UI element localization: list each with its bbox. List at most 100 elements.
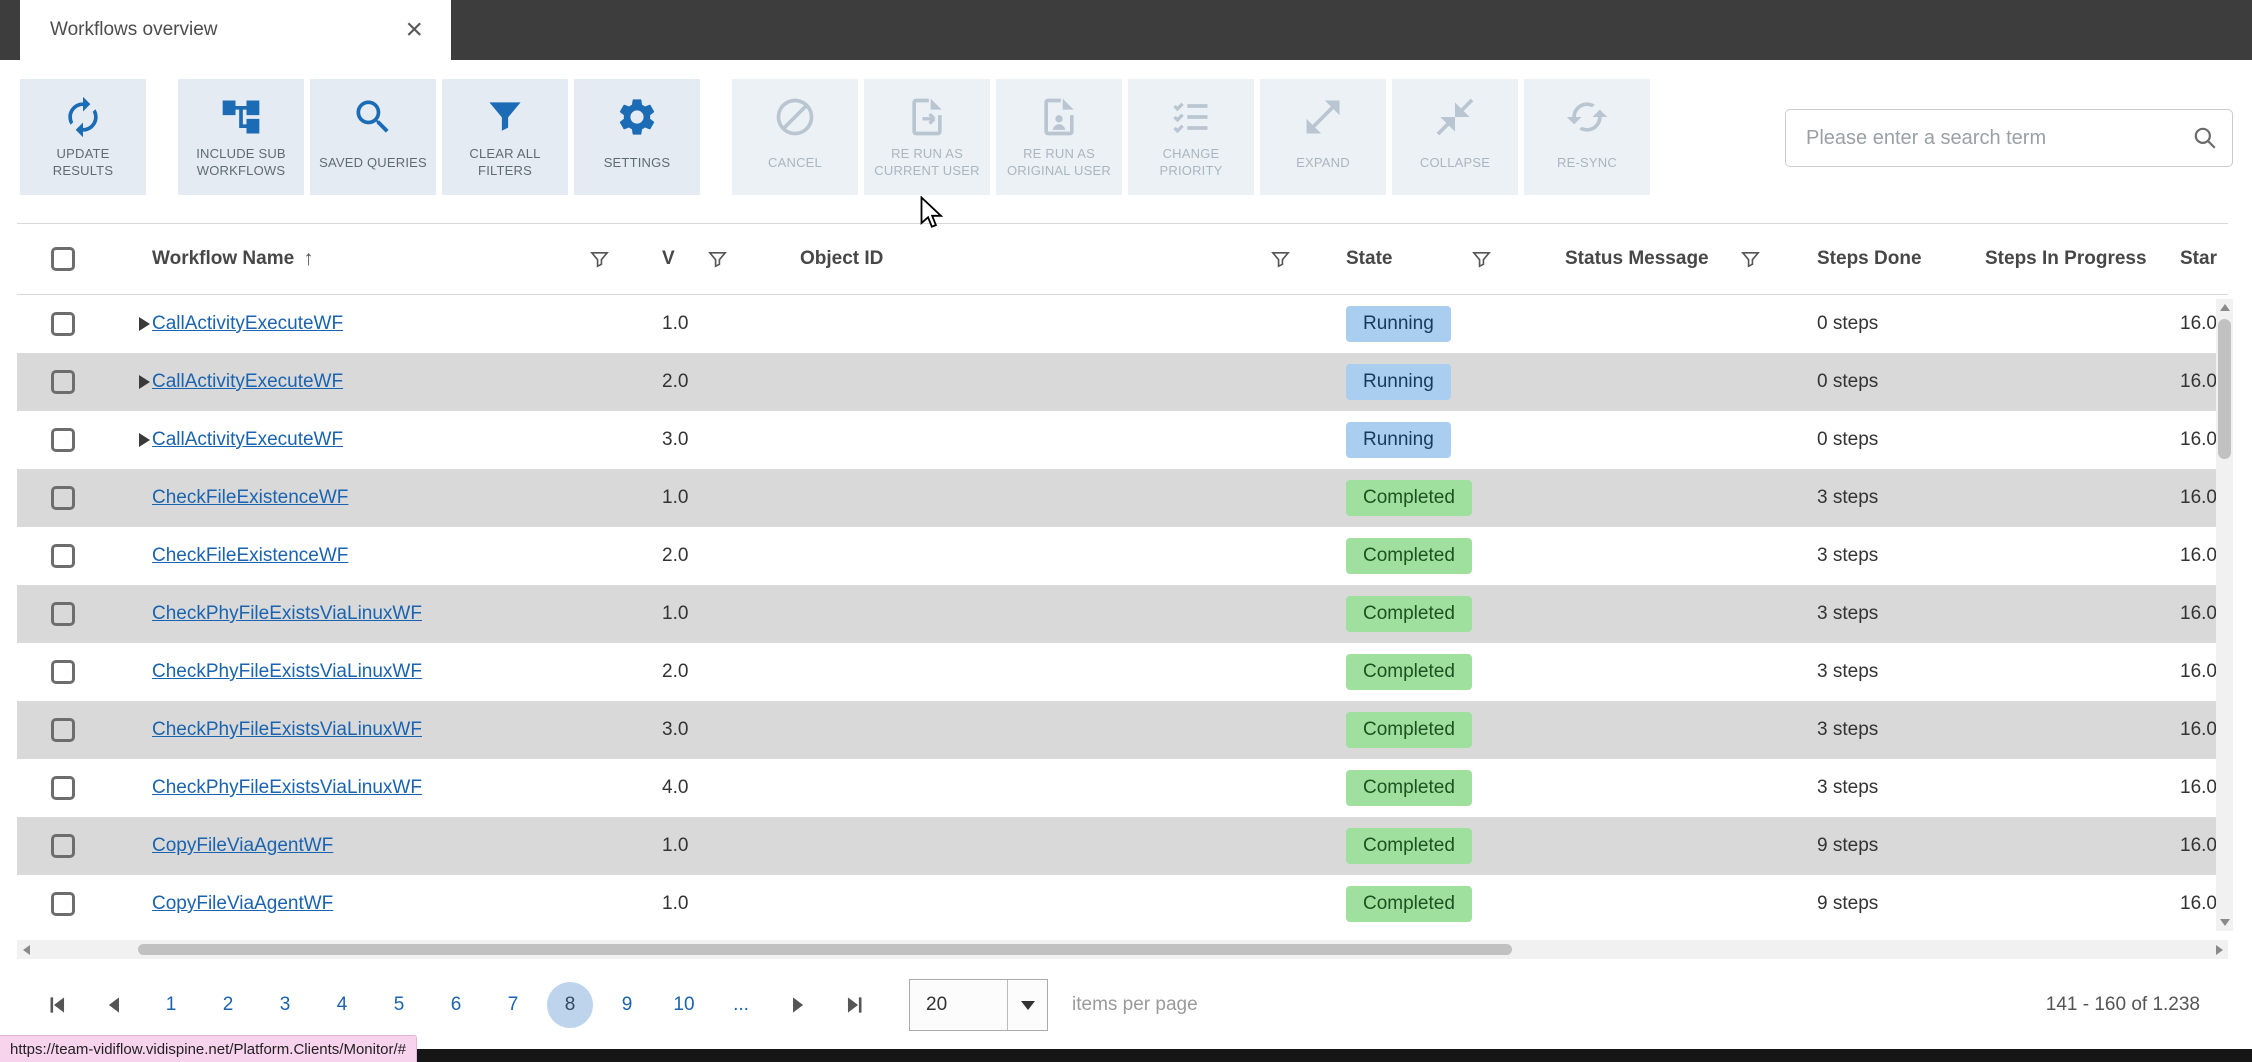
expand-button[interactable]: EXPAND: [1260, 79, 1386, 195]
select-all-checkbox[interactable]: [51, 247, 75, 271]
tab-close-icon[interactable]: ×: [405, 15, 423, 45]
toolbar: UPDATE RESULTS INCLUDE SUB WORKFLOWS SAV…: [0, 60, 2252, 223]
workflow-name-link[interactable]: CallActivityExecuteWF: [152, 313, 343, 335]
horizontal-scrollbar[interactable]: [17, 940, 2228, 959]
column-header-object-id[interactable]: Object ID: [740, 224, 1307, 294]
row-checkbox[interactable]: [51, 718, 75, 742]
last-page-button[interactable]: [832, 982, 878, 1028]
search-input[interactable]: [1806, 126, 2192, 150]
saved-queries-button[interactable]: SAVED QUERIES: [310, 79, 436, 195]
row-checkbox[interactable]: [51, 544, 75, 568]
refresh-icon: [61, 94, 105, 140]
page-button-8-current[interactable]: 8: [547, 982, 593, 1028]
page-button-4[interactable]: 4: [319, 982, 365, 1028]
scroll-left-icon[interactable]: [17, 940, 35, 959]
tab-bar: Workflows overview ×: [0, 0, 2252, 60]
page-button-1[interactable]: 1: [148, 982, 194, 1028]
steps-in-progress-cell: [1953, 759, 2154, 817]
filter-icon[interactable]: [706, 248, 729, 271]
page-button-10[interactable]: 10: [661, 982, 707, 1028]
funnel-icon: [483, 94, 527, 140]
row-checkbox[interactable]: [51, 892, 75, 916]
workflow-name-link[interactable]: CallActivityExecuteWF: [152, 371, 343, 393]
sort-ascending-icon[interactable]: ↑: [303, 247, 314, 271]
next-page-button[interactable]: [775, 982, 821, 1028]
workflow-name-link[interactable]: CheckPhyFileExistsViaLinuxWF: [152, 719, 422, 741]
scroll-down-icon[interactable]: [2216, 914, 2233, 931]
page-button-3[interactable]: 3: [262, 982, 308, 1028]
table-row: CallActivityExecuteWF 2.0 Running 0 step…: [17, 353, 2228, 411]
page-button-9[interactable]: 9: [604, 982, 650, 1028]
row-checkbox[interactable]: [51, 486, 75, 510]
filter-icon[interactable]: [588, 248, 611, 271]
row-checkbox[interactable]: [51, 660, 75, 684]
row-checkbox[interactable]: [51, 602, 75, 626]
dropdown-arrow-icon: [1007, 980, 1047, 1030]
vertical-scrollbar-thumb[interactable]: [2218, 319, 2231, 459]
first-page-button[interactable]: [34, 982, 80, 1028]
row-checkbox[interactable]: [51, 834, 75, 858]
search-icon[interactable]: [2192, 125, 2218, 151]
scroll-up-icon[interactable]: [2216, 299, 2233, 316]
column-header-started[interactable]: Star: [2154, 224, 2228, 294]
column-header-steps-in-progress[interactable]: Steps In Progress: [1953, 224, 2154, 294]
row-checkbox[interactable]: [51, 370, 75, 394]
workflow-name-link[interactable]: CheckFileExistenceWF: [152, 487, 348, 509]
scroll-right-icon[interactable]: [2210, 940, 2228, 959]
toolbar-button-label: INCLUDE SUB WORKFLOWS: [196, 146, 286, 178]
rerun-as-current-user-button[interactable]: RE RUN AS CURRENT USER: [864, 79, 990, 195]
column-header-version[interactable]: V: [632, 224, 740, 294]
toolbar-buttons: UPDATE RESULTS INCLUDE SUB WORKFLOWS SAV…: [20, 79, 1650, 195]
column-label: Star: [2180, 248, 2217, 269]
workflow-name-link[interactable]: CallActivityExecuteWF: [152, 429, 343, 451]
table-header: Workflow Name ↑ V Object ID State Status…: [17, 223, 2228, 295]
include-sub-workflows-button[interactable]: INCLUDE SUB WORKFLOWS: [178, 79, 304, 195]
workflow-name-link[interactable]: CopyFileViaAgentWF: [152, 835, 333, 857]
row-checkbox[interactable]: [51, 428, 75, 452]
column-header-workflow-name[interactable]: Workflow Name ↑: [132, 224, 632, 294]
horizontal-scrollbar-thumb[interactable]: [138, 944, 1512, 955]
page-size-select[interactable]: 20: [909, 979, 1048, 1031]
toolbar-button-label: CLEAR ALL FILTERS: [469, 146, 541, 178]
vertical-scrollbar[interactable]: [2216, 299, 2233, 931]
steps-done-cell: 9 steps: [1817, 835, 1879, 856]
page-button-2[interactable]: 2: [205, 982, 251, 1028]
expand-row-icon[interactable]: [139, 375, 150, 389]
state-badge: Completed: [1346, 886, 1472, 922]
state-badge: Running: [1346, 364, 1451, 400]
status-message-cell: [1501, 527, 1774, 585]
workflow-name-link[interactable]: CheckPhyFileExistsViaLinuxWF: [152, 603, 422, 625]
collapse-button[interactable]: COLLAPSE: [1392, 79, 1518, 195]
workflow-name-link[interactable]: CheckFileExistenceWF: [152, 545, 348, 567]
update-results-button[interactable]: UPDATE RESULTS: [20, 79, 146, 195]
expand-row-icon[interactable]: [139, 433, 150, 447]
row-checkbox[interactable]: [51, 776, 75, 800]
column-header-status-message[interactable]: Status Message: [1501, 224, 1774, 294]
column-header-steps-done[interactable]: Steps Done: [1774, 224, 1953, 294]
page-button-7[interactable]: 7: [490, 982, 536, 1028]
page-button-5[interactable]: 5: [376, 982, 422, 1028]
row-checkbox[interactable]: [51, 312, 75, 336]
state-badge: Completed: [1346, 770, 1472, 806]
tab-workflows-overview[interactable]: Workflows overview ×: [20, 0, 451, 60]
expand-row-icon[interactable]: [139, 317, 150, 331]
filter-icon[interactable]: [1269, 248, 1292, 271]
version-cell: 1.0: [662, 313, 689, 334]
change-priority-button[interactable]: CHANGE PRIORITY: [1128, 79, 1254, 195]
clear-all-filters-button[interactable]: CLEAR ALL FILTERS: [442, 79, 568, 195]
column-header-state[interactable]: State: [1307, 224, 1501, 294]
cancel-button[interactable]: CANCEL: [732, 79, 858, 195]
workflow-name-link[interactable]: CopyFileViaAgentWF: [152, 893, 333, 915]
rerun-as-original-user-button[interactable]: RE RUN AS ORIGINAL USER: [996, 79, 1122, 195]
page-ellipsis-button[interactable]: ...: [718, 982, 764, 1028]
table-row: CheckPhyFileExistsViaLinuxWF 1.0 Complet…: [17, 585, 2228, 643]
filter-icon[interactable]: [1470, 248, 1493, 271]
previous-page-button[interactable]: [91, 982, 137, 1028]
page-button-6[interactable]: 6: [433, 982, 479, 1028]
resync-button[interactable]: RE-SYNC: [1524, 79, 1650, 195]
filter-icon[interactable]: [1739, 248, 1762, 271]
table-row: CopyFileViaAgentWF 1.0 Completed 9 steps…: [17, 875, 2228, 933]
settings-button[interactable]: SETTINGS: [574, 79, 700, 195]
workflow-name-link[interactable]: CheckPhyFileExistsViaLinuxWF: [152, 777, 422, 799]
workflow-name-link[interactable]: CheckPhyFileExistsViaLinuxWF: [152, 661, 422, 683]
